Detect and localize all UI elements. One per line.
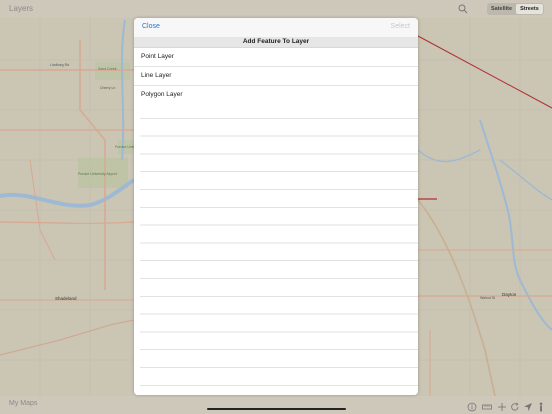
refresh-icon[interactable] — [510, 402, 520, 412]
map-type-segmented-control: Satellite Streets — [487, 3, 544, 15]
search-icon[interactable] — [458, 4, 468, 14]
page-title: Layers — [9, 4, 34, 13]
section-title: Add Feature To Layer — [242, 38, 310, 45]
add-feature-sheet: Close Select Add Feature To Layer Point … — [134, 18, 418, 395]
segment-satellite[interactable]: Satellite — [488, 4, 515, 14]
map-label-shadeland: Shadeland — [55, 296, 77, 301]
list-item-label: Line Layer — [141, 71, 172, 79]
add-icon[interactable] — [497, 402, 507, 412]
list-item-point-layer[interactable]: Point Layer — [134, 48, 418, 67]
info-icon[interactable] — [467, 402, 477, 412]
top-bar: Layers Satellite Streets — [0, 0, 552, 18]
ruler-icon[interactable] — [482, 402, 492, 412]
my-maps-button[interactable]: My Maps — [9, 400, 37, 407]
section-header: Add Feature To Layer — [134, 37, 418, 48]
map-label-walnut: Walnut St — [480, 296, 495, 300]
person-icon[interactable] — [536, 402, 546, 412]
segment-streets[interactable]: Streets — [516, 4, 543, 14]
select-button[interactable]: Select — [391, 23, 410, 30]
empty-list-rows — [134, 101, 418, 395]
map-label-dayton: Dayton — [502, 292, 517, 297]
close-button[interactable]: Close — [142, 23, 160, 30]
list-item-line-layer[interactable]: Line Layer — [134, 67, 418, 86]
map-label-cherry: Cherry Ln — [100, 86, 115, 90]
location-arrow-icon[interactable] — [523, 402, 533, 412]
list-item-label: Point Layer — [141, 53, 174, 60]
list-item-label: Polygon Layer — [141, 90, 183, 98]
map-label-lindborg: Lindborg Rd — [50, 63, 69, 67]
map-label-airport: Purdue University Airport — [78, 172, 117, 176]
home-indicator — [207, 408, 346, 410]
layer-list: Point Layer Line Layer Polygon Layer — [134, 48, 418, 105]
sheet-header: Close Select — [134, 18, 418, 37]
map-label-sand-creek: Sand Creek — [98, 67, 117, 71]
